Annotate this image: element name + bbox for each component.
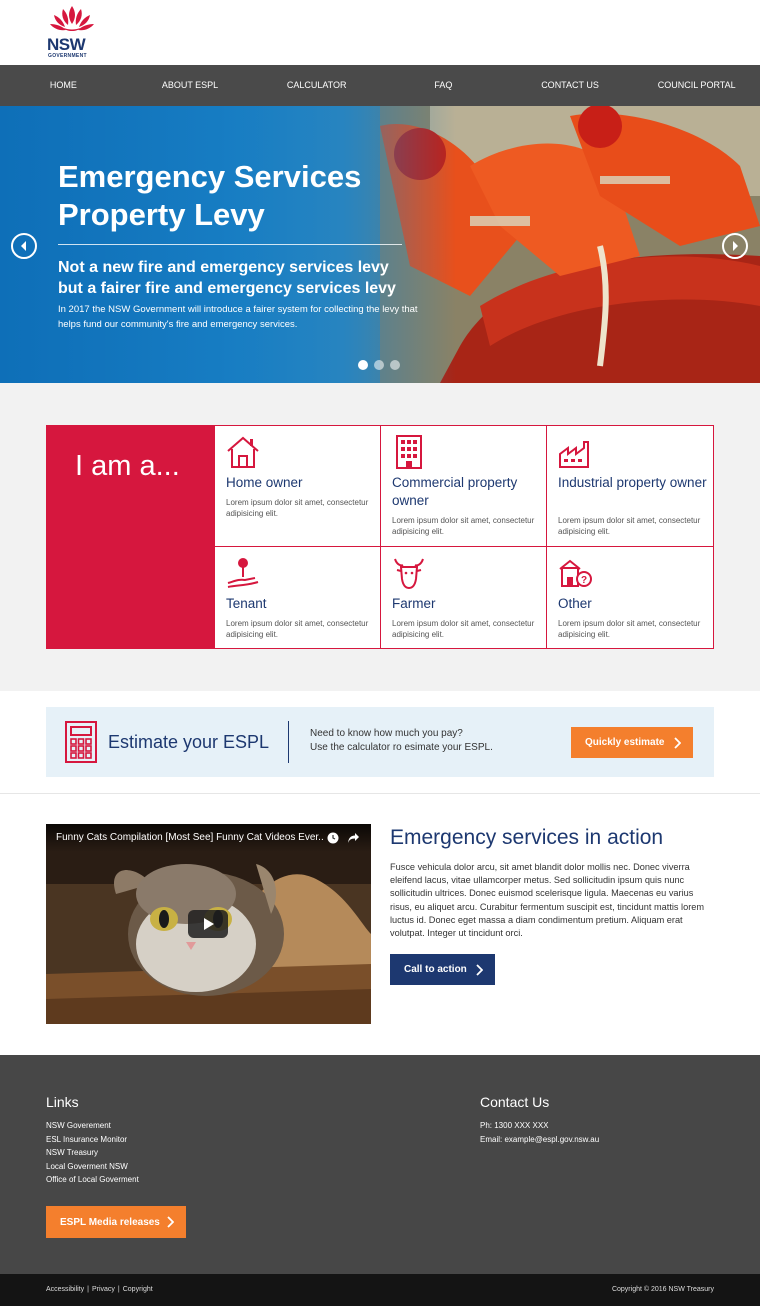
estimate-text: Need to know how much you pay? Use the c… — [310, 727, 550, 755]
iam-card-desc: Lorem ipsum dolor sit amet, consectetur … — [558, 619, 701, 639]
bottom-links: Accessibility | Privacy | Copyright — [46, 1286, 153, 1293]
iam-card-desc: Lorem ipsum dolor sit amet, consectetur … — [392, 619, 535, 639]
iam-card-desc: Lorem ipsum dolor sit amet, consectetur … — [226, 619, 369, 639]
iam-card-title: Home owner — [226, 475, 303, 490]
media-releases-button[interactable]: ESPL Media releases — [46, 1206, 186, 1238]
estimate-line-2: Use the calculator ro esimate your ESPL. — [310, 742, 493, 753]
svg-text:?: ? — [581, 575, 587, 586]
carousel-dot-1[interactable] — [358, 360, 368, 370]
site-footer: Links NSW Goverement ESL Insurance Monit… — [0, 1055, 760, 1274]
call-to-action-label: Call to action — [404, 964, 467, 975]
footer-link-esl-insurance-monitor[interactable]: ESL Insurance Monitor — [46, 1133, 139, 1147]
building-icon — [396, 435, 422, 469]
iam-card-title: Farmer — [392, 596, 436, 611]
footer-link-office-local-government[interactable]: Office of Local Goverment — [46, 1173, 139, 1187]
house-icon — [227, 436, 259, 468]
chevron-right-icon — [674, 736, 681, 749]
iam-card-desc: Lorem ipsum dolor sit amet, consectetur … — [392, 516, 535, 536]
footer-links: NSW Goverement ESL Insurance Monitor NSW… — [46, 1119, 139, 1187]
footer-links-heading: Links — [46, 1094, 79, 1110]
footer-email[interactable]: Email: example@espl.gov.nsw.au — [480, 1133, 599, 1147]
hero-title: Emergency Services Property Levy — [58, 159, 362, 232]
copyright-text: Copyright © 2016 NSW Treasury — [611, 1286, 714, 1293]
calculator-icon — [65, 721, 97, 763]
estimate-title: Estimate your ESPL — [108, 732, 270, 752]
chevron-right-icon — [476, 963, 483, 976]
carousel-prev-button[interactable] — [11, 233, 37, 259]
bottom-link-copyright[interactable]: Copyright — [123, 1286, 153, 1293]
carousel-dots — [358, 360, 400, 370]
action-body: Fusce vehicula dolor arcu, sit amet blan… — [390, 862, 705, 939]
nav-faq[interactable]: FAQ — [380, 65, 507, 106]
hero-carousel: Emergency Services Property Levy Not a n… — [0, 106, 760, 383]
iam-card-industrial[interactable]: Industrial property owner Lorem ipsum do… — [546, 426, 713, 546]
footer-link-nsw-government[interactable]: NSW Goverement — [46, 1119, 139, 1133]
iam-section: I am a... Home owner Lorem ipsum dolor s… — [0, 383, 760, 691]
estimate-divider — [288, 721, 289, 763]
clock-icon[interactable] — [327, 832, 339, 844]
nav-home[interactable]: HOME — [0, 65, 127, 106]
iam-card-title: Other — [558, 596, 592, 611]
iam-card-home-owner[interactable]: Home owner Lorem ipsum dolor sit amet, c… — [214, 426, 380, 546]
iam-card-desc: Lorem ipsum dolor sit amet, consectetur … — [226, 498, 369, 518]
factory-icon — [559, 441, 589, 468]
video-title[interactable]: Funny Cats Compilation [Most See] Funny … — [56, 832, 324, 843]
brand-sub: GOVERNMENT — [48, 53, 87, 59]
main-nav: HOME ABOUT ESPL CALCULATOR FAQ CONTACT U… — [0, 65, 760, 106]
iam-card-other[interactable]: ? Other Lorem ipsum dolor sit amet, cons… — [546, 546, 713, 648]
footer-link-nsw-treasury[interactable]: NSW Treasury — [46, 1146, 139, 1160]
separator: | — [117, 1286, 120, 1293]
key-hand-icon — [227, 558, 259, 588]
iam-card-farmer[interactable]: Farmer Lorem ipsum dolor sit amet, conse… — [380, 546, 546, 648]
nav-calculator[interactable]: CALCULATOR — [253, 65, 380, 106]
bottom-link-accessibility[interactable]: Accessibility — [46, 1286, 84, 1293]
iam-card-title: Commercial property owner — [392, 475, 518, 508]
share-icon[interactable] — [347, 832, 360, 844]
footer-phone: Ph: 1300 XXX XXX — [480, 1121, 549, 1130]
media-releases-label: ESPL Media releases — [60, 1216, 160, 1228]
chevron-right-icon — [167, 1216, 174, 1228]
iam-grid: I am a... Home owner Lorem ipsum dolor s… — [46, 425, 714, 649]
action-title: Emergency services in action — [390, 826, 664, 849]
footer-contact-heading: Contact Us — [480, 1094, 550, 1110]
bottom-bar: Accessibility | Privacy | Copyright Copyrigh… — [0, 1274, 760, 1306]
iam-card-commercial[interactable]: Commercial property owner Lorem ipsum do… — [380, 426, 546, 546]
footer-link-local-government-nsw[interactable]: Local Goverment NSW — [46, 1160, 139, 1174]
question-house-icon: ? — [559, 559, 592, 587]
separator: | — [87, 1286, 89, 1293]
nav-about-espl[interactable]: ABOUT ESPL — [127, 65, 254, 106]
carousel-dot-2[interactable] — [374, 360, 384, 370]
iam-heading-panel: I am a... — [47, 426, 214, 648]
estimate-banner: Estimate your ESPL Need to know how much… — [46, 707, 714, 777]
carousel-next-button[interactable] — [722, 233, 748, 259]
estimate-section: Estimate your ESPL Need to know how much… — [0, 691, 760, 794]
site-header: NSW GOVERNMENT — [0, 0, 760, 65]
brand-name: NSW — [47, 35, 86, 54]
play-icon — [204, 918, 214, 930]
video-play-button[interactable] — [188, 910, 228, 938]
iam-card-tenant[interactable]: Tenant Lorem ipsum dolor sit amet, conse… — [214, 546, 380, 648]
nav-council-portal[interactable]: COUNCIL PORTAL — [633, 65, 760, 106]
iam-card-desc: Lorem ipsum dolor sit amet, consectetur … — [558, 516, 701, 536]
cow-icon — [394, 558, 424, 590]
arrow-right-icon — [733, 241, 738, 251]
carousel-dot-3[interactable] — [390, 360, 400, 370]
bottom-link-privacy[interactable]: Privacy — [92, 1286, 115, 1293]
nav-contact-us[interactable]: CONTACT US — [507, 65, 634, 106]
hero-divider — [58, 244, 402, 245]
video-player[interactable]: Funny Cats Compilation [Most See] Funny … — [46, 824, 371, 1024]
iam-card-title: Tenant — [226, 596, 267, 611]
iam-card-title: Industrial property owner — [558, 475, 707, 490]
call-to-action-button[interactable]: Call to action — [390, 954, 495, 985]
footer-contact: Ph: 1300 XXX XXX Email: example@espl.gov… — [480, 1119, 599, 1146]
quickly-estimate-label: Quickly estimate — [585, 737, 665, 748]
iam-heading: I am a... — [75, 450, 180, 482]
quickly-estimate-button[interactable]: Quickly estimate — [571, 727, 693, 758]
hero-subtitle: Not a new fire and emergency services le… — [58, 259, 396, 297]
hero-body: In 2017 the NSW Government will introduc… — [58, 304, 418, 330]
arrow-left-icon — [21, 241, 26, 251]
estimate-line-1: Need to know how much you pay? — [310, 728, 463, 739]
